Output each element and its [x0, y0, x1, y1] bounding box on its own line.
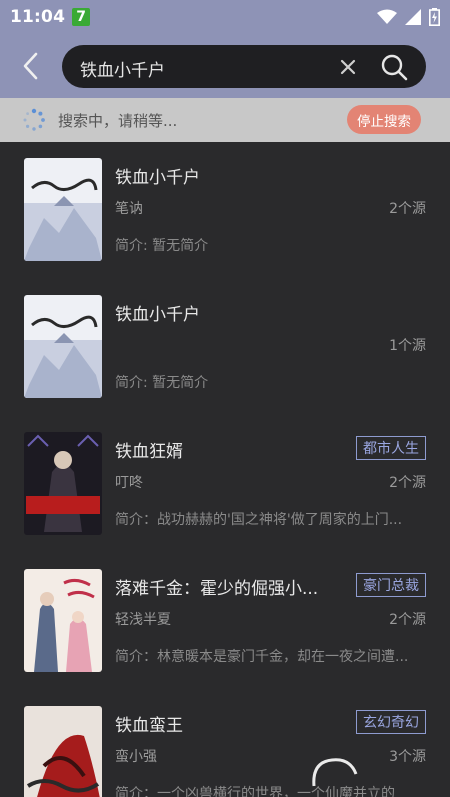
source-count: 1个源 — [389, 338, 426, 354]
genre-tag: 豪门总裁 — [356, 573, 426, 597]
searching-text: 搜索中，请稍等... — [58, 112, 178, 130]
book-cover — [24, 158, 102, 261]
book-intro: 简介：战功赫赫的'国之神将'做了周家的上门... — [115, 512, 403, 528]
source-count: 2个源 — [389, 201, 426, 217]
source-count: 2个源 — [389, 475, 426, 491]
wifi-icon — [377, 9, 397, 24]
book-intro: 简介: 暂无简介 — [115, 238, 209, 254]
book-intro: 简介: 暂无简介 — [115, 375, 209, 391]
genre-tag: 都市人生 — [356, 436, 426, 460]
book-author: 蛮小强 — [115, 749, 157, 765]
book-title: 落难千金：霍少的倔强小... — [115, 579, 319, 599]
notification-badge: 7 — [72, 8, 91, 26]
book-title: 铁血小千户 — [115, 168, 200, 188]
book-title: 铁血狂婿 — [115, 442, 183, 462]
source-count: 2个源 — [389, 612, 426, 628]
book-author: 笔讷 — [115, 201, 143, 217]
chevron-left-icon — [23, 52, 38, 80]
search-toolbar: 铁血小千户 — [0, 34, 450, 98]
status-time: 11:04 — [10, 7, 66, 27]
back-button[interactable] — [16, 50, 48, 82]
search-progress-bar: 搜索中，请稍等... 停止搜索 — [0, 98, 450, 142]
signal-icon — [405, 9, 421, 25]
book-title: 铁血蛮王 — [115, 716, 183, 736]
list-item[interactable]: 铁血小千户 笔讷 2个源 简介: 暂无简介 — [0, 142, 450, 279]
genre-tag: 玄幻奇幻 — [356, 710, 426, 734]
book-author: 轻浅半夏 — [115, 612, 171, 628]
book-cover — [24, 295, 102, 398]
close-icon[interactable] — [338, 57, 358, 77]
search-results-list: 铁血小千户 笔讷 2个源 简介: 暂无简介 铁血小千户 1个源 简介: 暂无简介… — [0, 142, 450, 797]
battery-charging-icon — [429, 8, 440, 26]
book-author: 叮咚 — [115, 475, 143, 491]
book-cover — [24, 706, 102, 797]
book-cover — [24, 432, 102, 535]
list-item[interactable]: 铁血狂婿 都市人生 叮咚 2个源 简介：战功赫赫的'国之神将'做了周家的上门..… — [0, 416, 450, 553]
stop-search-button[interactable]: 停止搜索 — [347, 105, 421, 134]
search-input[interactable]: 铁血小千户 — [62, 45, 426, 88]
watermark-logo — [312, 758, 358, 787]
book-intro: 简介：林意暖本是豪门千金，却在一夜之间遭... — [115, 649, 409, 665]
book-title: 铁血小千户 — [115, 305, 200, 325]
search-query-text[interactable]: 铁血小千户 — [80, 56, 165, 81]
book-cover — [24, 569, 102, 672]
search-icon[interactable] — [380, 53, 408, 81]
list-item[interactable]: 落难千金：霍少的倔强小... 豪门总裁 轻浅半夏 2个源 简介：林意暖本是豪门千… — [0, 553, 450, 690]
list-item[interactable]: 铁血小千户 1个源 简介: 暂无简介 — [0, 279, 450, 416]
status-bar: 11:04 7 — [0, 0, 450, 34]
loading-spinner-icon — [23, 108, 45, 131]
